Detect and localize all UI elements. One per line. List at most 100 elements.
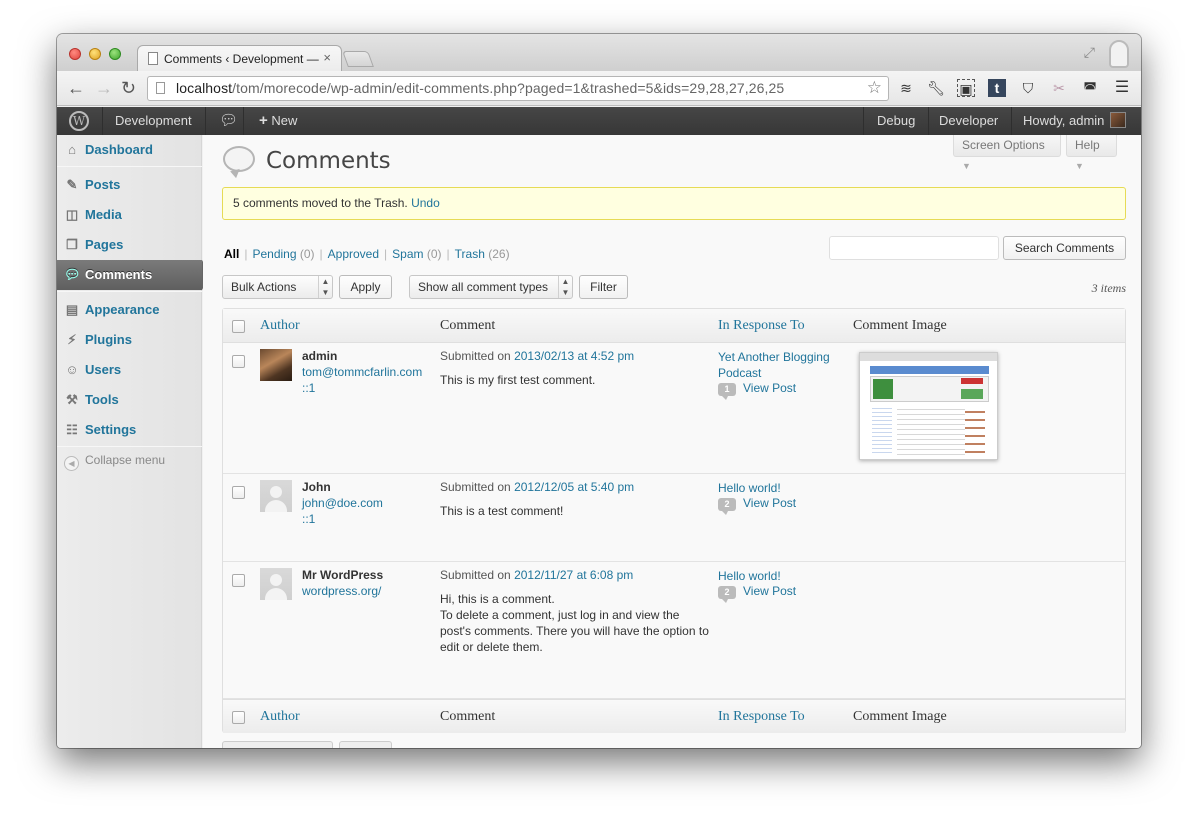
comment-text: This is a test comment! xyxy=(440,504,564,518)
address-bar[interactable]: localhost/tom/morecode/wp-admin/edit-com… xyxy=(147,76,889,101)
comment-count-bubble[interactable]: 1 xyxy=(718,383,736,400)
sidebar-item-plugins[interactable]: ⚡︎ Plugins xyxy=(57,325,202,355)
comment-date-link[interactable]: 2012/12/05 at 5:40 pm xyxy=(514,480,634,494)
comment-types-select[interactable]: Show all comment types ▲ ▼ xyxy=(409,275,573,299)
author-name: John xyxy=(302,480,331,494)
sidebar-item-pages[interactable]: ❒ Pages xyxy=(57,230,202,260)
site-name-link[interactable]: Development xyxy=(105,107,202,135)
minimize-window-button[interactable] xyxy=(89,48,101,60)
sidebar-item-comments[interactable]: 💬︎ Comments xyxy=(57,260,210,290)
tools-icon: ⚒ xyxy=(66,392,78,407)
tab-close-icon[interactable]: × xyxy=(323,50,331,65)
column-in-response-to[interactable]: In Response To xyxy=(718,318,805,334)
menu-icon[interactable]: ☰ xyxy=(1113,79,1131,97)
fullscreen-icon[interactable]: ⤢ xyxy=(1084,44,1095,61)
author-ip-link[interactable]: ::1 xyxy=(302,381,315,395)
bulk-actions-select-bottom[interactable] xyxy=(222,741,333,748)
sidebar-item-media[interactable]: ◫ Media xyxy=(57,200,202,230)
comment-image-thumbnail[interactable] xyxy=(859,352,998,460)
filter-trash[interactable]: Trash xyxy=(455,247,485,261)
column-author[interactable]: Author xyxy=(260,318,300,334)
select-all-checkbox[interactable] xyxy=(232,320,245,333)
comments-page-icon xyxy=(223,146,255,172)
new-tab-button[interactable] xyxy=(342,51,374,67)
chevron-down-icon: ▼ xyxy=(1075,161,1084,171)
filter-button[interactable]: Filter xyxy=(579,275,628,299)
avatar xyxy=(260,349,292,381)
developer-menu[interactable]: Developer xyxy=(929,107,1008,135)
response-post-link[interactable]: Yet Another Blogging Podcast xyxy=(718,349,843,381)
apply-button-bottom[interactable] xyxy=(339,741,392,748)
column-in-response-to[interactable]: In Response To xyxy=(718,709,805,725)
new-content-menu[interactable]: + New xyxy=(249,107,307,135)
select-all-checkbox[interactable] xyxy=(232,711,245,724)
scissors-icon[interactable]: ✂ xyxy=(1050,79,1068,97)
forward-icon[interactable]: → xyxy=(95,78,113,98)
bookmark-star-icon[interactable]: ☆ xyxy=(867,78,882,98)
layers-icon[interactable]: ≋ xyxy=(897,79,915,97)
collapse-menu-button[interactable]: ◀ Collapse menu xyxy=(64,453,165,471)
browser-tab[interactable]: Comments ‹ Development — × xyxy=(137,45,342,71)
sidebar-item-posts[interactable]: ✎ Posts xyxy=(57,170,202,200)
filter-spam[interactable]: Spam xyxy=(392,247,423,261)
author-email-link[interactable]: tom@tommcfarlin.com xyxy=(302,365,422,379)
chevron-down-icon: ▼ xyxy=(962,161,971,171)
apply-button[interactable]: Apply xyxy=(339,275,392,299)
users-icon: ☺ xyxy=(65,362,79,377)
comment-count-bubble[interactable]: 2 xyxy=(718,498,736,515)
row-checkbox[interactable] xyxy=(232,355,245,368)
table-footer: Author Comment In Response To Comment Im… xyxy=(223,699,1125,733)
user-account-menu[interactable]: Howdy, admin xyxy=(1013,107,1136,135)
view-post-link[interactable]: View Post xyxy=(743,584,796,598)
trash-count: (26) xyxy=(488,247,510,261)
zoom-window-button[interactable] xyxy=(109,48,121,60)
admin-sidebar: ⌂ Dashboard ✎ Posts ◫ Media ❒ Pages 💬︎ C… xyxy=(57,135,210,748)
browser-window: Comments ‹ Development — × ⤢ ← → ↻ local… xyxy=(57,34,1141,748)
bulk-actions-select[interactable]: Bulk Actions ▲ ▼ xyxy=(222,275,333,299)
response-post-link[interactable]: Hello world! xyxy=(718,480,843,496)
wp-admin-bar: W Development 💬︎ + New Debug Developer H… xyxy=(57,107,1141,135)
row-checkbox[interactable] xyxy=(232,574,245,587)
sidebar-item-users[interactable]: ☺ Users xyxy=(57,355,202,385)
wrench-icon[interactable]: 🔧︎ xyxy=(927,79,945,97)
back-icon[interactable]: ← xyxy=(67,78,85,98)
sidebar-item-tools[interactable]: ⚒ Tools xyxy=(57,385,202,415)
speech-bubble-icon: 💬︎ xyxy=(64,267,81,282)
undo-link[interactable]: Undo xyxy=(411,196,440,210)
author-ip-link[interactable]: ::1 xyxy=(302,512,315,526)
tumblr-icon[interactable]: t xyxy=(988,79,1006,97)
author-url-link[interactable]: wordpress.org/ xyxy=(302,584,381,598)
view-post-link[interactable]: View Post xyxy=(743,381,796,395)
search-comments-button[interactable]: Search Comments xyxy=(1003,236,1126,260)
debug-menu[interactable]: Debug xyxy=(867,107,925,135)
response-post-link[interactable]: Hello world! xyxy=(718,568,843,584)
comment-count-bubble[interactable]: 2 xyxy=(718,586,736,603)
close-window-button[interactable] xyxy=(69,48,81,60)
reload-icon[interactable]: ↻ xyxy=(121,78,136,98)
filter-pending[interactable]: Pending xyxy=(252,247,296,261)
evernote-icon[interactable]: ▣ xyxy=(957,79,975,97)
sidebar-item-appearance[interactable]: ▤ Appearance xyxy=(57,295,202,325)
row-checkbox[interactable] xyxy=(232,486,245,499)
disguise-icon[interactable]: ◚ xyxy=(1081,79,1099,97)
author-email-link[interactable]: john@doe.com xyxy=(302,496,383,510)
plug-icon: ⚡︎ xyxy=(67,332,77,347)
screen-options-button[interactable]: Screen Options ▼ xyxy=(953,135,1061,171)
sidebar-item-dashboard[interactable]: ⌂ Dashboard xyxy=(57,135,202,165)
pocket-icon[interactable]: ⛉ xyxy=(1019,79,1037,97)
help-button[interactable]: Help ▼ xyxy=(1066,135,1117,171)
view-post-link[interactable]: View Post xyxy=(743,496,796,510)
filter-approved[interactable]: Approved xyxy=(328,247,379,261)
search-input[interactable] xyxy=(829,236,999,260)
comment-date-link[interactable]: 2012/11/27 at 6:08 pm xyxy=(514,568,633,582)
profile-icon[interactable] xyxy=(1109,40,1129,68)
sidebar-item-label: Tools xyxy=(85,392,119,407)
table-row: John john@doe.com ::1 Submitted on 2012/… xyxy=(223,474,1125,562)
sidebar-item-label: Settings xyxy=(85,422,137,437)
filter-all[interactable]: All xyxy=(224,247,239,261)
sidebar-item-settings[interactable]: ☷ Settings xyxy=(57,415,202,445)
column-author[interactable]: Author xyxy=(260,709,300,725)
comment-status-filters: All | Pending (0) | Approved | Spam (0) | Trash … xyxy=(224,247,510,261)
comment-date-link[interactable]: 2013/02/13 at 4:52 pm xyxy=(514,349,634,363)
wordpress-logo-icon[interactable]: W xyxy=(69,111,89,131)
